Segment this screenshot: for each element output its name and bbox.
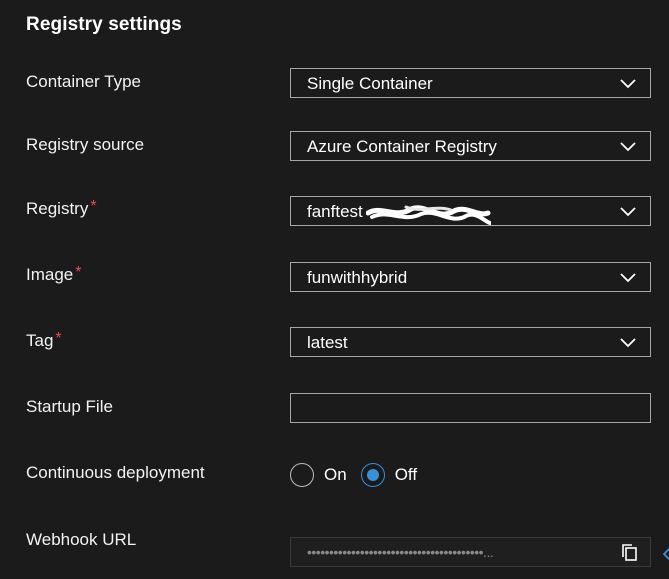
tag-dropdown[interactable]: latest <box>290 327 651 357</box>
container-type-dropdown[interactable]: Single Container <box>290 68 651 98</box>
registry-label: Registry * <box>26 198 97 219</box>
section-title: Registry settings <box>26 14 182 35</box>
registry-source-value: Azure Container Registry <box>307 137 497 156</box>
radio-selected-dot <box>366 469 379 481</box>
required-indicator: * <box>90 198 97 215</box>
tag-label-text: Tag <box>26 331 54 350</box>
continuous-deployment-label: Continuous deployment <box>26 463 205 483</box>
required-indicator: * <box>75 264 82 281</box>
registry-source-label-text: Registry source <box>26 135 145 154</box>
tag-value: latest <box>307 333 348 352</box>
chevron-left-icon[interactable] <box>662 547 669 561</box>
container-type-label-text: Container Type <box>26 72 141 91</box>
registry-value: fanftest <box>307 202 363 221</box>
continuous-deployment-radio-group: On Off <box>290 460 431 490</box>
radio-off-label[interactable]: Off <box>395 465 417 485</box>
required-indicator: * <box>55 330 62 347</box>
chevron-down-icon <box>620 207 636 217</box>
container-type-label: Container Type <box>26 72 141 92</box>
webhook-url-masked-value: ••••••••••••••••••••••••••••••••••••••••… <box>307 544 494 560</box>
radio-off[interactable] <box>360 463 385 487</box>
chevron-down-icon <box>620 273 636 283</box>
startup-file-label: Startup File <box>26 397 113 417</box>
image-label-text: Image <box>26 265 74 284</box>
startup-file-input[interactable] <box>290 393 651 423</box>
chevron-down-icon <box>620 142 636 152</box>
registry-source-label: Registry source <box>26 135 144 155</box>
registry-source-dropdown[interactable]: Azure Container Registry <box>290 131 651 161</box>
webhook-url-label: Webhook URL <box>26 530 136 550</box>
webhook-url-label-text: Webhook URL <box>26 530 137 549</box>
webhook-url-field[interactable]: ••••••••••••••••••••••••••••••••••••••••… <box>290 537 651 567</box>
registry-label-text: Registry <box>26 199 89 218</box>
radio-on-label[interactable]: On <box>324 465 347 485</box>
redaction-scribble <box>366 205 491 225</box>
startup-file-label-text: Startup File <box>26 397 113 416</box>
image-dropdown[interactable]: funwithhybrid <box>290 262 651 292</box>
continuous-deployment-label-text: Continuous deployment <box>26 463 205 482</box>
copy-icon[interactable] <box>620 543 640 563</box>
registry-dropdown[interactable]: fanftest <box>290 196 651 226</box>
tag-label: Tag * <box>26 330 62 351</box>
container-type-value: Single Container <box>307 74 433 93</box>
chevron-down-icon <box>620 79 636 89</box>
chevron-down-icon <box>620 338 636 348</box>
image-value: funwithhybrid <box>307 268 408 287</box>
image-label: Image * <box>26 264 82 285</box>
radio-on[interactable] <box>290 463 314 487</box>
